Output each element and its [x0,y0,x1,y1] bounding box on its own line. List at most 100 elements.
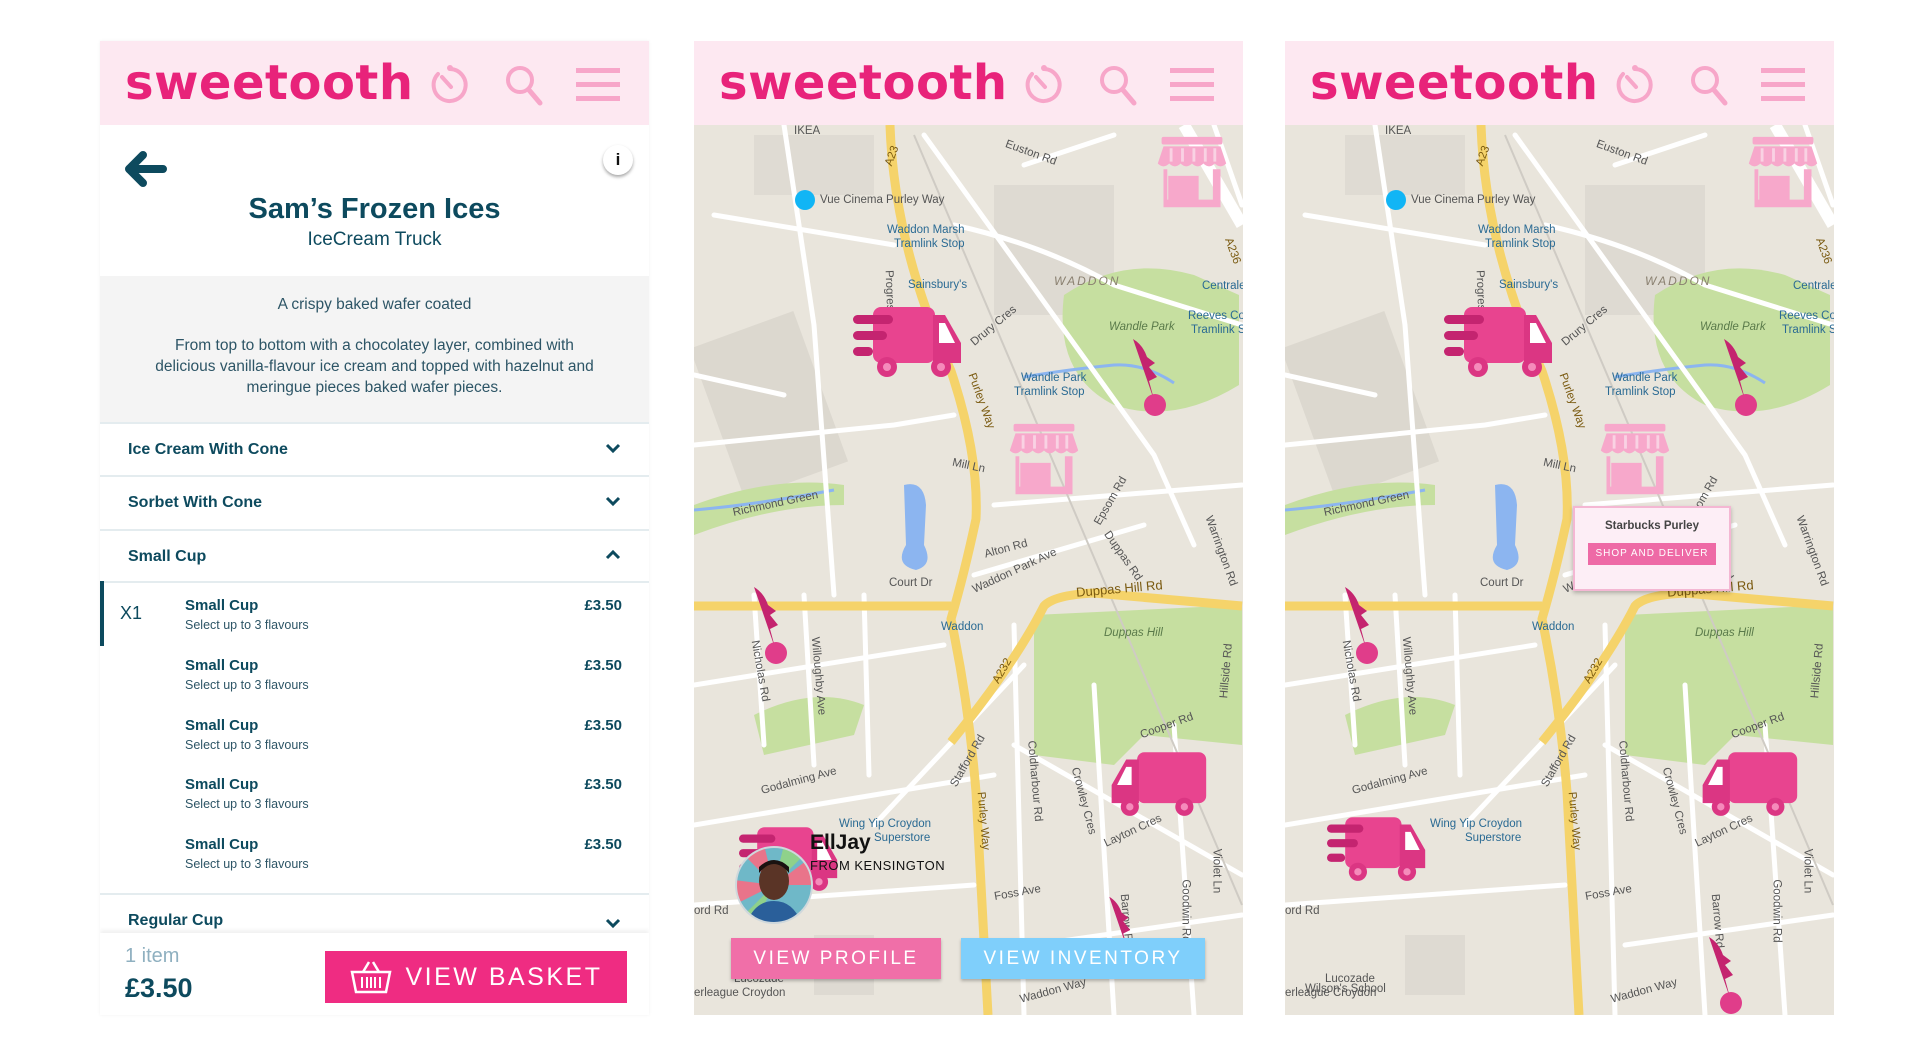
map-label: erleague Croydon [694,987,786,999]
item-desc: Select up to 3 flavours [185,857,309,871]
map-label: Reeves Co [1779,310,1834,322]
truck-marker-icon[interactable] [1699,750,1799,820]
map-label: Tramlink Stop [1014,386,1085,398]
map-label: Waddon [1532,621,1575,633]
truck-marker-icon[interactable] [1327,815,1427,885]
timer-icon[interactable] [1022,63,1066,107]
search-icon[interactable] [502,63,546,107]
map-label: Tramlink Stop [1605,386,1676,398]
map-label: Goodwin Rd [1770,879,1783,943]
map-label: Wandle Park [1700,321,1766,333]
menu-item[interactable]: Small Cup Select up to 3 flavours £3.50 [100,717,649,777]
map[interactable]: IKEA Euston Rd Vue Cinema Purley Way Wad… [694,125,1243,1015]
category-label: Regular Cup [128,912,224,929]
driver-name: EllJay [810,831,871,854]
view-basket-label: VIEW BASKET [405,962,603,991]
vendor-type: IceCream Truck [307,229,442,250]
view-basket-button[interactable]: VIEW BASKET [325,951,627,1003]
map-label: Court Dr [1480,577,1524,589]
product-description: A crispy baked wafer coated From top to … [100,276,649,422]
map-label: ord Rd [694,905,729,917]
store-marker-icon[interactable] [1154,135,1230,211]
map-label: IKEA [1385,125,1412,137]
map-label: WADDON [1645,274,1712,288]
map-label: Centrale [1793,280,1834,292]
map-label: Wing Yip Croydon [839,818,932,830]
search-icon[interactable] [1096,63,1140,107]
item-name: Small Cup [185,597,259,614]
map-label: Tramlink Stop [894,238,965,250]
store-marker-icon[interactable] [1745,135,1821,211]
menu-item[interactable]: Small Cup Select up to 3 flavours £3.50 [100,836,649,896]
truck-marker-icon[interactable] [853,305,963,381]
category-label: Small Cup [128,548,207,565]
category-ice-cream-with-cone[interactable]: Ice Cream With Cone [100,422,649,475]
item-desc: Select up to 3 flavours [185,797,309,811]
item-price: £3.50 [584,717,622,734]
menu-screen: sweetooth i Sam’s Frozen Ices IceCream T… [100,41,649,1015]
item-price: £3.50 [584,597,622,614]
item-desc: Select up to 3 flavours [185,678,309,692]
map-label: ord Rd [1285,905,1320,917]
store-popup: Starbucks Purley SHOP AND DELIVER [1573,506,1731,591]
app-header: sweetooth [694,41,1243,125]
search-icon[interactable] [1687,63,1731,107]
menu-icon[interactable] [1761,63,1805,107]
vendor-title: Sam’s Frozen Ices [248,193,501,225]
map[interactable]: IKEA Euston Rd Vue Cinema Purley Way Wad… [1285,125,1834,1015]
map-label: Duppas Hill [1695,627,1754,639]
map-label: Goodwin Rd [1179,879,1192,943]
map-label: Waddon [941,621,984,633]
menu-item[interactable]: Small Cup Select up to 3 flavours £3.50 [100,657,649,717]
map-label: Tramlink Stop [1485,238,1556,250]
view-inventory-button[interactable]: VIEW INVENTORY [961,938,1205,979]
timer-icon[interactable] [1613,63,1657,107]
category-sorbet-with-cone[interactable]: Sorbet With Cone [100,475,649,528]
chevron-down-icon [605,496,621,507]
store-marker-icon[interactable] [1006,422,1082,498]
store-marker-icon[interactable] [1597,422,1673,498]
pin-marker-icon[interactable] [1718,337,1758,417]
item-name: Small Cup [185,657,259,674]
truck-marker-icon[interactable] [1444,305,1554,381]
map-label: Superstore [1465,832,1522,844]
category-small-cup[interactable]: Small Cup [100,529,649,582]
map-label: Reeves Co [1188,310,1243,322]
menu-icon[interactable] [576,63,620,107]
map-label: Violet Ln [1801,848,1814,894]
driver-origin: FROM KENSINGTON [810,858,946,873]
chevron-up-icon [605,549,621,560]
info-button[interactable]: i [603,145,633,175]
menu-icon[interactable] [1170,63,1214,107]
map-label: Violet Ln [1210,848,1223,894]
basket-count: 1 item [125,945,180,967]
pin-marker-icon[interactable] [748,585,788,665]
map-label: Sainsbury's [908,279,968,291]
driver-avatar[interactable] [734,845,814,925]
truck-marker-icon[interactable] [1108,750,1208,820]
chevron-down-icon [605,918,621,929]
description-line: A crispy baked wafer coated [277,296,472,313]
pin-marker-icon[interactable] [1703,935,1743,1015]
shop-and-deliver-button[interactable]: SHOP AND DELIVER [1588,543,1716,565]
item-name: Small Cup [185,836,259,853]
pin-marker-icon[interactable] [1127,337,1167,417]
app-header: sweetooth [100,41,649,125]
item-price: £3.50 [584,657,622,674]
map-label: Wandle Park [1612,372,1678,384]
map-label: Wilson's School [1305,983,1386,995]
menu-item[interactable]: Small Cup Select up to 3 flavours £3.50 [100,597,649,657]
map-label: Wing Yip Croydon [1430,818,1523,830]
map-label: WADDON [1054,274,1121,288]
map-label: Superstore [874,832,931,844]
item-name: Small Cup [185,776,259,793]
timer-icon[interactable] [428,63,472,107]
basket-icon [349,961,392,994]
view-profile-button[interactable]: VIEW PROFILE [731,938,941,979]
back-arrow-icon[interactable] [125,151,167,187]
menu-item[interactable]: Small Cup Select up to 3 flavours £3.50 [100,776,649,836]
map-label: Vue Cinema Purley Way [1411,194,1536,206]
pin-marker-icon[interactable] [1339,585,1379,665]
basket-footer: 1 item £3.50 VIEW BASKET [100,933,649,1015]
logo: sweetooth [125,55,414,111]
